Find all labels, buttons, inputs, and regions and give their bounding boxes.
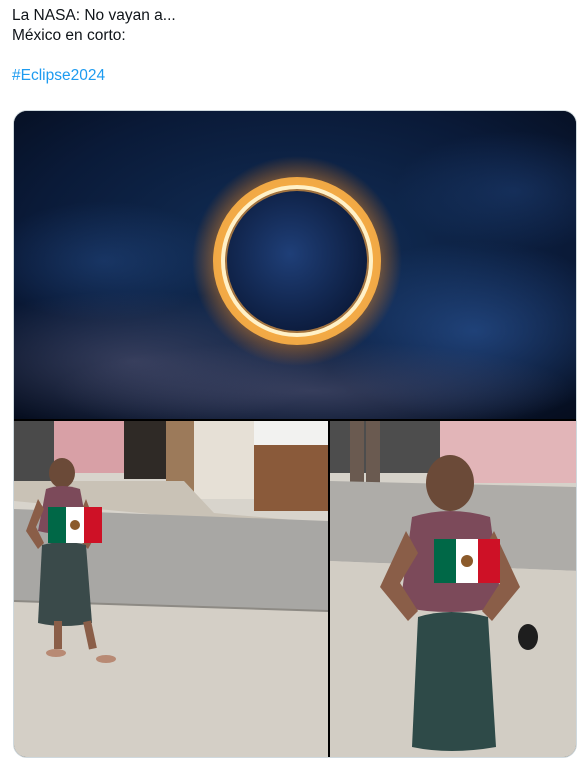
mexico-flag-left (48, 507, 102, 543)
tweet-media[interactable] (13, 110, 577, 758)
tweet-line-1: La NASA: No vayan a... (12, 7, 176, 24)
tweet-text: La NASA: No vayan a... México en corto: … (12, 6, 176, 86)
woman-left-photo[interactable] (14, 421, 328, 757)
tweet-line-2: México en corto: (12, 27, 126, 44)
woman-right-photo[interactable] (330, 421, 576, 757)
hashtag-link[interactable]: #Eclipse2024 (12, 66, 176, 86)
mexico-flag-right (434, 539, 500, 583)
moon-disc (227, 191, 367, 331)
eclipse-image[interactable] (14, 111, 576, 419)
